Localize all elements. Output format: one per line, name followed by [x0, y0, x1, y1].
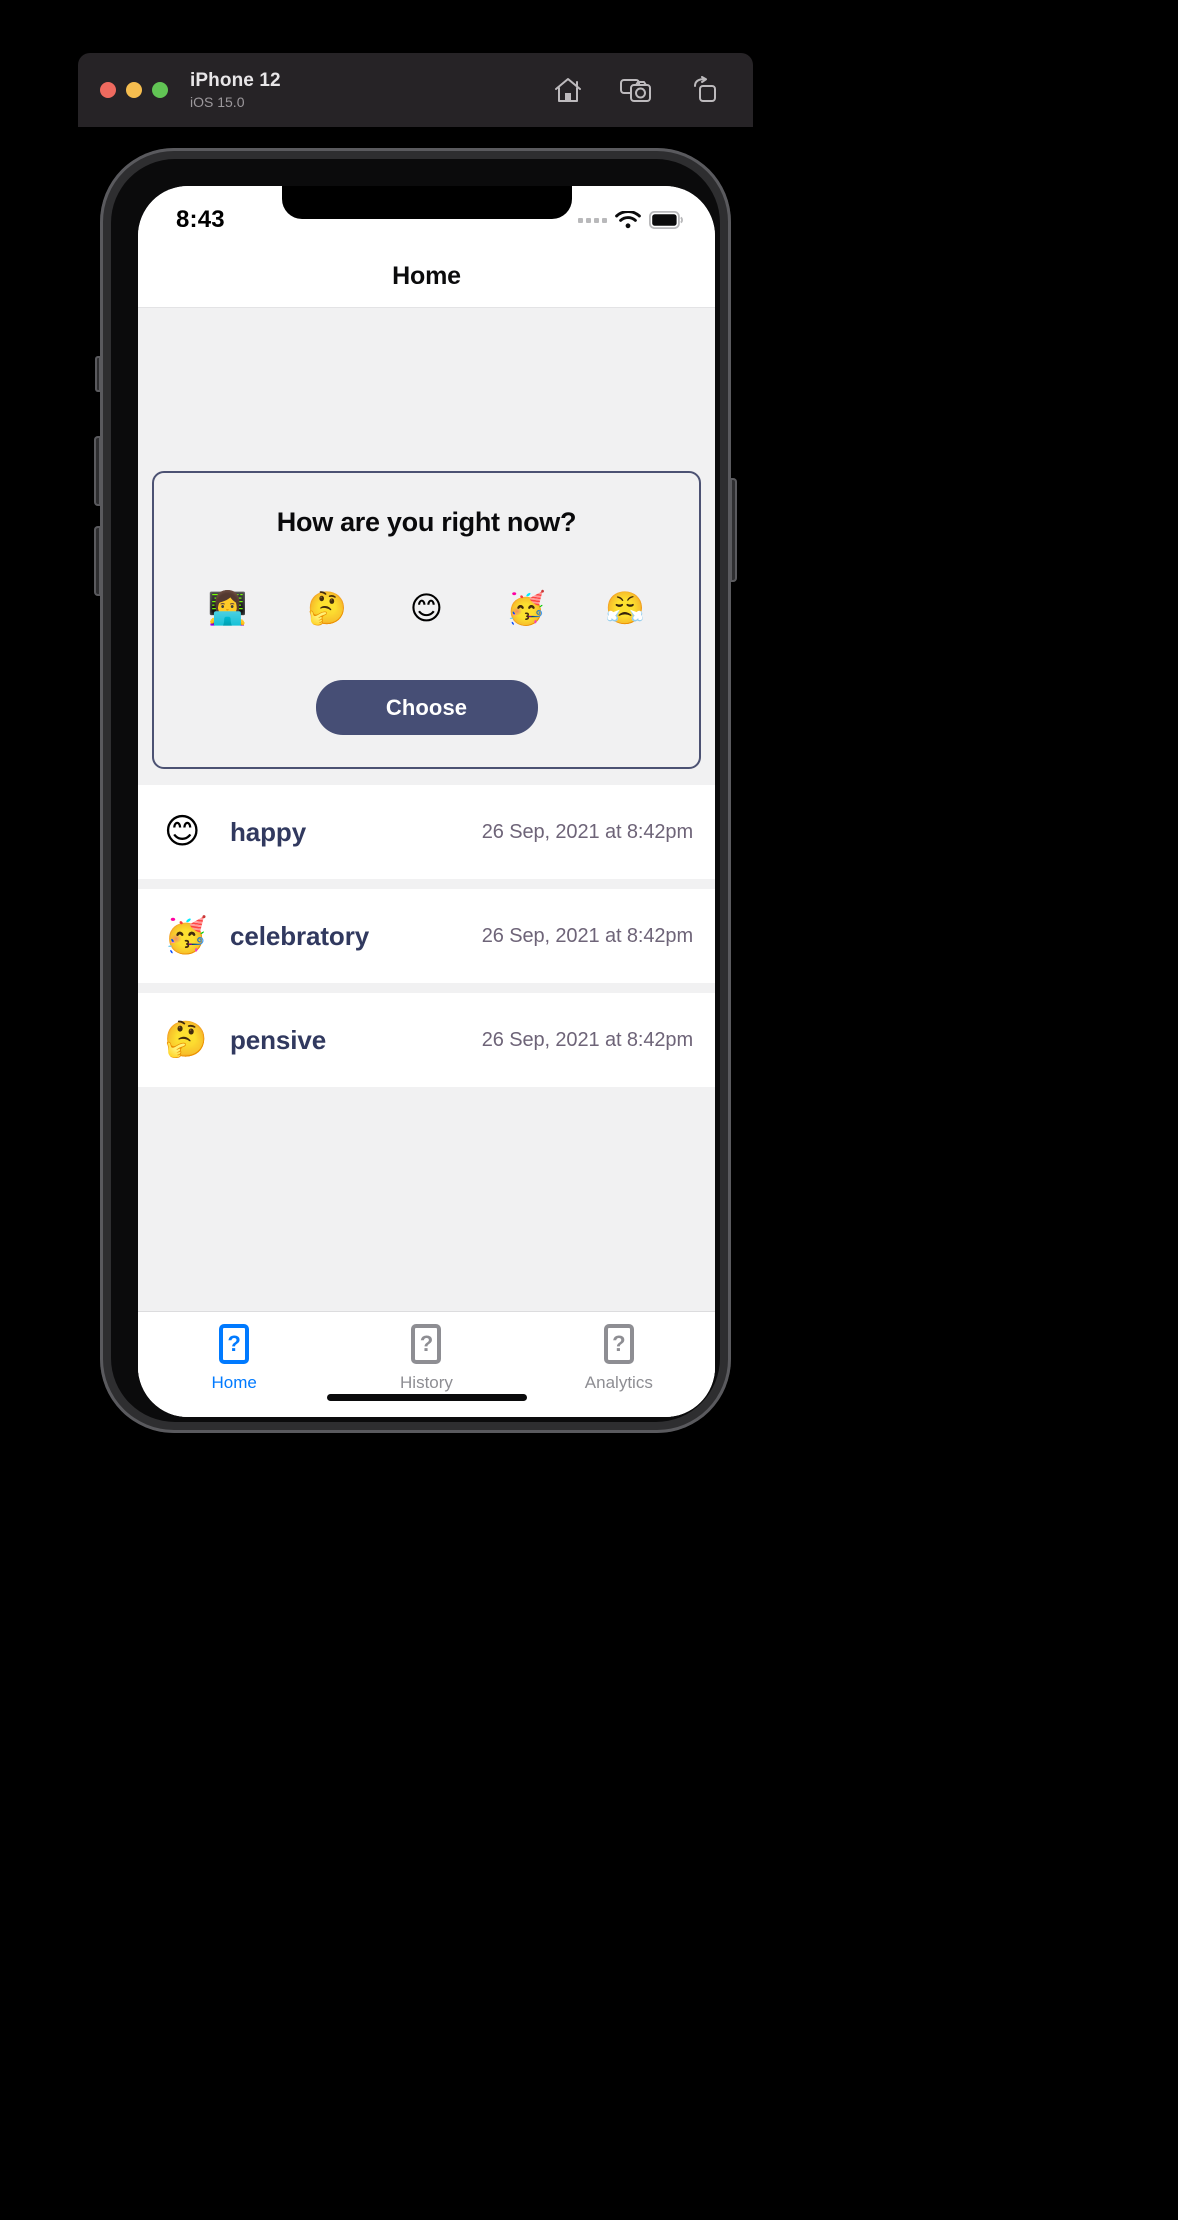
- volume-up-button[interactable]: [94, 436, 101, 506]
- wifi-icon: [615, 210, 641, 228]
- close-window-button[interactable]: [100, 82, 116, 98]
- smiling-face-emoji[interactable]: 😊: [397, 592, 455, 624]
- tab-history-label: History: [400, 1373, 453, 1392]
- tab-analytics-label: Analytics: [584, 1373, 653, 1392]
- simulator-title-group: iPhone 12 iOS 15.0: [190, 69, 281, 112]
- minimize-window-button[interactable]: [126, 82, 142, 98]
- mood-question-text: How are you right now?: [276, 507, 577, 537]
- question-mark-placeholder-icon: ?: [219, 1324, 250, 1364]
- mood-card-container: How are you right now? 👩‍💻 🤔 😊 🥳 😤 Choos…: [138, 308, 715, 769]
- mood-list-item[interactable]: 🤔 pensive 26 Sep, 2021 at 8:42pm: [138, 993, 715, 1087]
- question-mark-placeholder-icon: ?: [411, 1324, 442, 1364]
- status-bar-indicators: [578, 210, 683, 230]
- mood-list-item[interactable]: 😊 happy 26 Sep, 2021 at 8:42pm: [138, 785, 715, 879]
- emoji-option-row: 👩‍💻 🤔 😊 🥳 😤: [172, 592, 681, 624]
- mood-label: pensive: [230, 1024, 327, 1055]
- device-bezel: 8:43: [111, 159, 720, 1422]
- navigation-bar: Home: [138, 246, 715, 308]
- volume-down-button[interactable]: [94, 526, 101, 596]
- tab-home-label: Home: [211, 1373, 257, 1392]
- choose-button-container: Choose: [172, 680, 681, 735]
- technologist-emoji[interactable]: 👩‍💻: [199, 592, 257, 624]
- screenshot-camera-icon[interactable]: [619, 73, 653, 107]
- home-indicator[interactable]: [326, 1394, 527, 1401]
- choose-button[interactable]: Choose: [315, 680, 538, 735]
- page-title: Home: [392, 262, 461, 290]
- mute-switch[interactable]: [95, 356, 101, 392]
- tab-history[interactable]: ? History: [330, 1324, 522, 1393]
- simulator-toolbar: [551, 73, 731, 107]
- mood-list-item[interactable]: 🥳 celebratory 26 Sep, 2021 at 8:42pm: [138, 889, 715, 983]
- mood-history-list: 😊 happy 26 Sep, 2021 at 8:42pm 🥳 celebra…: [138, 785, 715, 1087]
- status-bar-time: 8:43: [176, 206, 225, 233]
- iphone-device-frame: 8:43: [94, 148, 737, 1433]
- home-icon[interactable]: [551, 73, 585, 107]
- mood-emoji: 🤔: [164, 1019, 208, 1060]
- tab-bar: ? Home ? History ? Analytics: [138, 1311, 715, 1417]
- partying-face-emoji[interactable]: 🥳: [497, 592, 555, 624]
- mood-label: celebratory: [230, 920, 370, 951]
- tab-analytics[interactable]: ? Analytics: [523, 1324, 715, 1393]
- mood-timestamp: 26 Sep, 2021 at 8:42pm: [481, 820, 693, 843]
- tab-home[interactable]: ? Home: [138, 1324, 330, 1393]
- ios-status-bar: 8:43: [138, 186, 715, 246]
- window-traffic-lights: [100, 82, 168, 98]
- thinking-face-emoji[interactable]: 🤔: [298, 592, 356, 624]
- mood-picker-card: How are you right now? 👩‍💻 🤔 😊 🥳 😤 Choos…: [152, 471, 701, 769]
- zoom-window-button[interactable]: [152, 82, 168, 98]
- rotate-icon[interactable]: [687, 73, 721, 107]
- mood-emoji: 😊: [164, 811, 201, 852]
- triumph-face-emoji[interactable]: 😤: [596, 592, 654, 624]
- mood-emoji: 🥳: [164, 915, 208, 956]
- screen-content: How are you right now? 👩‍💻 🤔 😊 🥳 😤 Choos…: [138, 308, 715, 1417]
- battery-icon: [649, 211, 683, 229]
- device-screen: 8:43: [138, 186, 715, 1417]
- mood-timestamp: 26 Sep, 2021 at 8:42pm: [481, 1028, 693, 1051]
- device-name: iPhone 12: [190, 69, 281, 91]
- mood-label: happy: [230, 816, 307, 847]
- signal-dots-icon: [578, 217, 607, 223]
- power-button[interactable]: [730, 478, 737, 582]
- os-version: iOS 15.0: [190, 93, 245, 110]
- device-notch: [281, 186, 572, 219]
- simulator-title-bar: iPhone 12 iOS 15.0: [78, 53, 753, 127]
- mood-timestamp: 26 Sep, 2021 at 8:42pm: [481, 924, 693, 947]
- question-mark-placeholder-icon: ?: [603, 1324, 634, 1364]
